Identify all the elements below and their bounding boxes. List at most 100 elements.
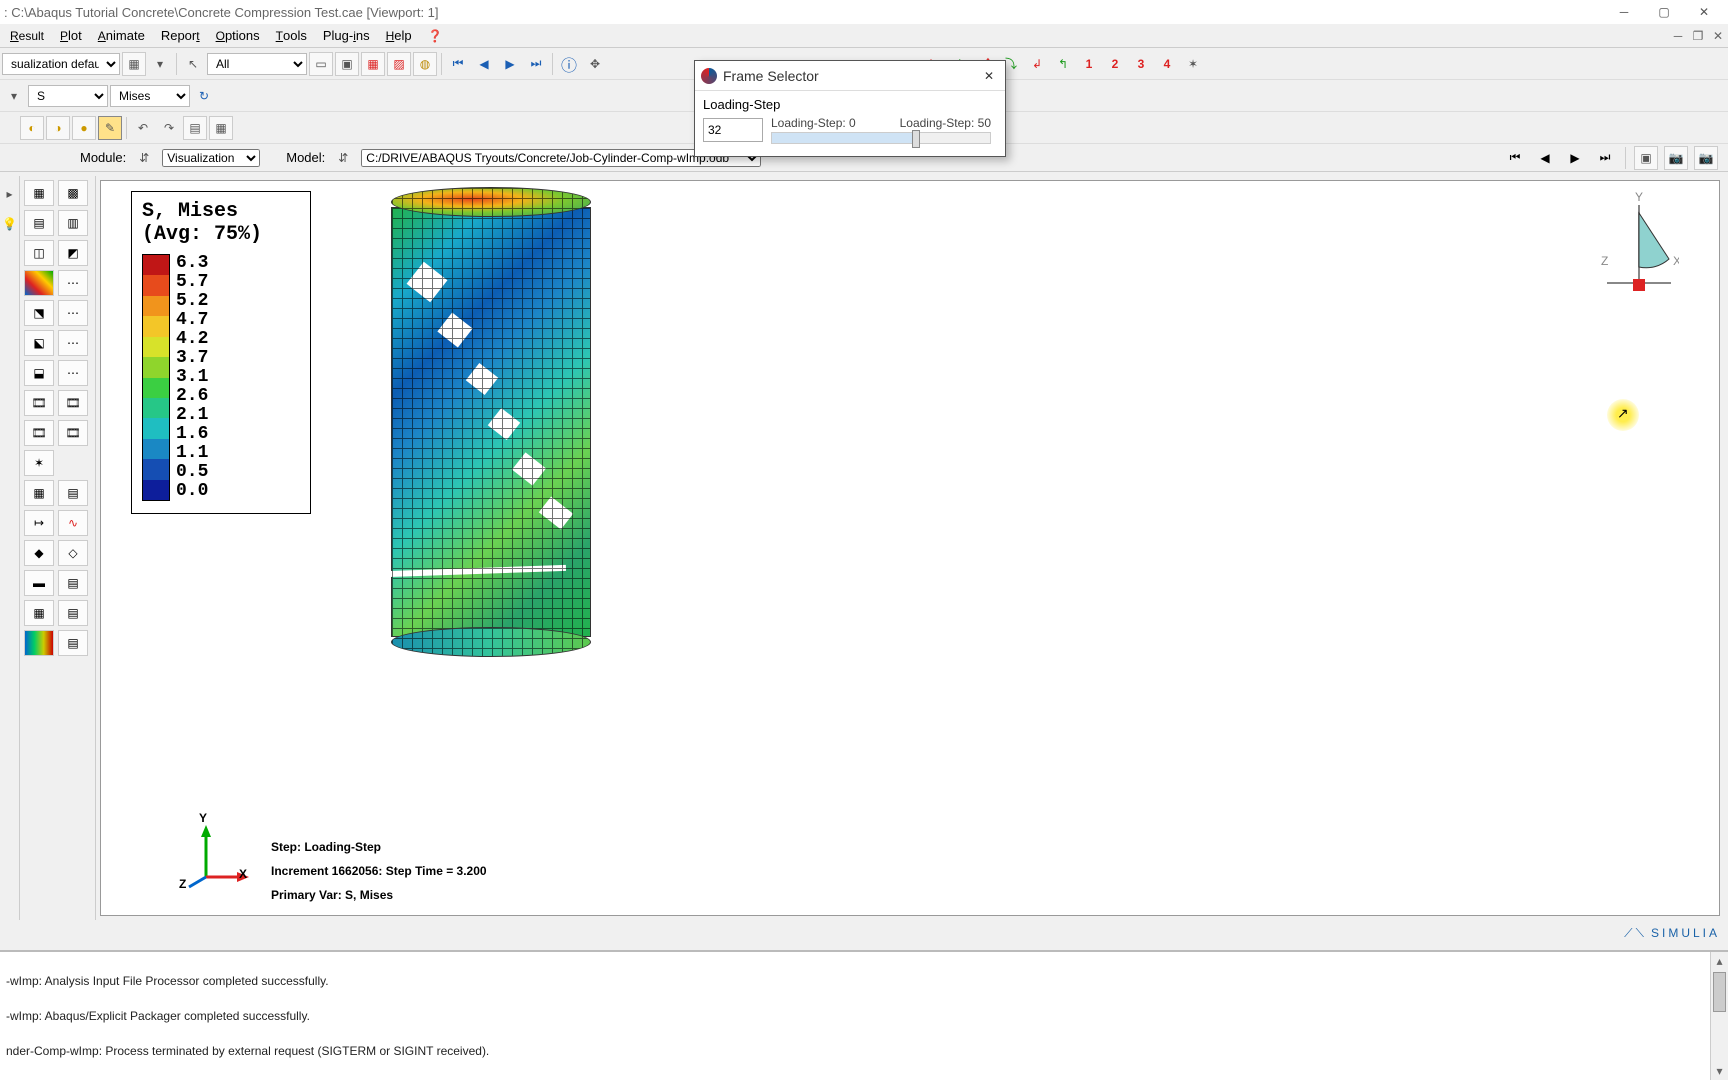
mdi-close[interactable]: ✕: [1708, 27, 1728, 45]
tool-l2[interactable]: ∿: [58, 510, 88, 536]
tool-a2[interactable]: ▩: [58, 180, 88, 206]
select-polygon-button[interactable]: ▨: [387, 52, 411, 76]
module-updown[interactable]: ⇵: [132, 146, 156, 170]
lightbulb-icon[interactable]: 💡: [0, 212, 22, 236]
color-mapping-button[interactable]: ▦: [122, 52, 146, 76]
snapshot-1[interactable]: ▣: [1634, 146, 1658, 170]
tool-m1[interactable]: ◆: [24, 540, 54, 566]
log-scrollbar[interactable]: ▴ ▾: [1710, 952, 1728, 1080]
tool-i1[interactable]: 🎞: [24, 420, 54, 446]
module-select[interactable]: Visualization: [162, 149, 260, 167]
shape-1[interactable]: ◐: [20, 116, 44, 140]
tool-i2[interactable]: 🎞: [58, 420, 88, 446]
tool-f1[interactable]: ⬕: [24, 330, 54, 356]
view-iso[interactable]: ✶: [1181, 52, 1205, 76]
tool-m2[interactable]: ◇: [58, 540, 88, 566]
shape-3[interactable]: ●: [72, 116, 96, 140]
field-output-dropdown[interactable]: ▾: [2, 84, 26, 108]
view-1[interactable]: 1: [1077, 52, 1101, 76]
tool-b2[interactable]: ▥: [58, 210, 88, 236]
mdi-minimize[interactable]: ─: [1668, 27, 1688, 45]
undo-button[interactable]: ↶: [131, 116, 155, 140]
tool-b1[interactable]: ▤: [24, 210, 54, 236]
tool-d1[interactable]: [24, 270, 54, 296]
tool-g1[interactable]: ⬓: [24, 360, 54, 386]
grid-1[interactable]: ▤: [183, 116, 207, 140]
mdi-restore[interactable]: ❐: [1688, 27, 1708, 45]
select-inside-button[interactable]: ▣: [335, 52, 359, 76]
dialog-close-button[interactable]: ✕: [979, 66, 999, 86]
menu-help[interactable]: Help: [378, 26, 420, 45]
tool-k2[interactable]: ▤: [58, 480, 88, 506]
component-select[interactable]: Mises: [110, 85, 190, 107]
tool-l1[interactable]: ↦: [24, 510, 54, 536]
view-xy5[interactable]: ↲: [1025, 52, 1049, 76]
select-crossing-button[interactable]: ▦: [361, 52, 385, 76]
view-compass[interactable]: Y Z X: [1599, 189, 1679, 299]
menu-plot[interactable]: Plot: [52, 26, 90, 45]
anim-play-button[interactable]: ▶: [498, 52, 522, 76]
whats-this-button[interactable]: ❓: [420, 26, 451, 45]
frame-play-button[interactable]: ▶: [1563, 146, 1587, 170]
tool-c2[interactable]: ◩: [58, 240, 88, 266]
snapshot-3[interactable]: 📷: [1694, 146, 1718, 170]
frame-number-input[interactable]: [703, 118, 763, 142]
pointer-tool[interactable]: ↖: [181, 52, 205, 76]
maximize-button[interactable]: ▢: [1644, 1, 1684, 23]
scroll-thumb[interactable]: [1713, 972, 1726, 1012]
tool-h1[interactable]: 🎞: [24, 390, 54, 416]
menu-result[interactable]: Result: [2, 26, 52, 45]
anim-first-button[interactable]: ⏮: [446, 52, 470, 76]
view-2[interactable]: 2: [1103, 52, 1127, 76]
frame-first-button[interactable]: ⏮: [1503, 146, 1527, 170]
view-xy6[interactable]: ↰: [1051, 52, 1075, 76]
color-dropdown-button[interactable]: ▾: [148, 52, 172, 76]
anim-last-button[interactable]: ⏭: [524, 52, 548, 76]
tool-d2[interactable]: ⋯: [58, 270, 88, 296]
tool-f2[interactable]: ⋯: [58, 330, 88, 356]
frame-last-button[interactable]: ⏭: [1593, 146, 1617, 170]
pan-button[interactable]: ✥: [583, 52, 607, 76]
redo-button[interactable]: ↷: [157, 116, 181, 140]
frame-slider[interactable]: [771, 132, 991, 144]
scroll-up-icon[interactable]: ▴: [1711, 952, 1728, 970]
menu-plugins[interactable]: Plug-ins: [315, 26, 378, 45]
menu-animate[interactable]: Animate: [90, 26, 153, 45]
menu-tools[interactable]: Tools: [268, 26, 315, 45]
selection-filter-select[interactable]: All: [207, 53, 307, 75]
tool-p1[interactable]: [24, 630, 54, 656]
tool-k1[interactable]: ▦: [24, 480, 54, 506]
minimize-button[interactable]: ─: [1604, 1, 1644, 23]
tool-n2[interactable]: ▤: [58, 570, 88, 596]
refresh-button[interactable]: ↻: [192, 84, 216, 108]
color-scheme-select[interactable]: sualization defaults: [2, 53, 120, 75]
tool-a1[interactable]: ▦: [24, 180, 54, 206]
frame-prev-button[interactable]: ◀: [1533, 146, 1557, 170]
menu-report[interactable]: Report: [153, 26, 208, 45]
tool-e1[interactable]: ⬔: [24, 300, 54, 326]
frame-selector-dialog[interactable]: Frame Selector ✕ Loading-Step Loading-St…: [694, 60, 1006, 157]
select-box-button[interactable]: ◍: [413, 52, 437, 76]
view-3[interactable]: 3: [1129, 52, 1153, 76]
select-all-button[interactable]: ▭: [309, 52, 333, 76]
tool-p2[interactable]: ▤: [58, 630, 88, 656]
tool-c1[interactable]: ◫: [24, 240, 54, 266]
menu-options[interactable]: Options: [208, 26, 268, 45]
tool-o1[interactable]: ▦: [24, 600, 54, 626]
tree-expand-icon[interactable]: ▸: [0, 182, 22, 206]
tool-j1[interactable]: ✶: [24, 450, 54, 476]
close-button[interactable]: ✕: [1684, 1, 1724, 23]
info-button[interactable]: ⓘ: [557, 52, 581, 76]
shape-4[interactable]: ✎: [98, 116, 122, 140]
grid-2[interactable]: ▦: [209, 116, 233, 140]
tool-g2[interactable]: ⋯: [58, 360, 88, 386]
shape-2[interactable]: ◑: [46, 116, 70, 140]
anim-prev-button[interactable]: ◀: [472, 52, 496, 76]
model-updown[interactable]: ⇵: [331, 146, 355, 170]
scroll-down-icon[interactable]: ▾: [1711, 1062, 1728, 1080]
tool-n1[interactable]: ▬: [24, 570, 54, 596]
tool-o2[interactable]: ▤: [58, 600, 88, 626]
tool-h2[interactable]: 🎞: [58, 390, 88, 416]
snapshot-2[interactable]: 📷: [1664, 146, 1688, 170]
viewport[interactable]: S, Mises (Avg: 75%) 6.35.75.24.74.23.73.…: [100, 180, 1720, 916]
